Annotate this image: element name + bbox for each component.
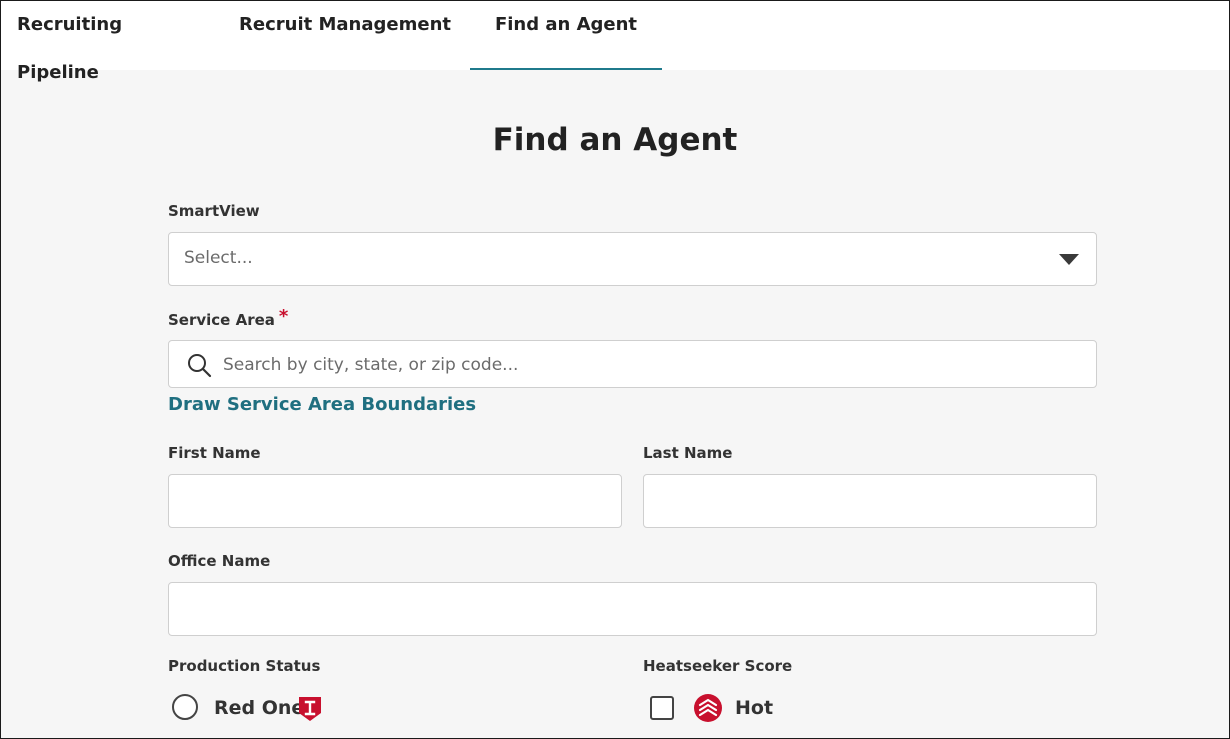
last-name-input[interactable] (644, 475, 1096, 527)
service-area-search[interactable] (168, 340, 1097, 389)
tab-recruiting-pipeline[interactable]: Recruiting Pipeline (17, 1, 187, 83)
tab-find-an-agent[interactable]: Find an Agent (470, 1, 662, 70)
office-name-input[interactable] (169, 583, 1096, 635)
search-icon (188, 354, 212, 378)
office-name-label: Office Name (168, 552, 271, 570)
last-name-field[interactable] (643, 474, 1097, 528)
service-area-label: Service Area * (168, 306, 289, 330)
smartview-label: SmartView (168, 202, 260, 220)
tab-recruit-management[interactable]: Recruit Management (239, 1, 451, 70)
red-one-radio[interactable] (172, 694, 198, 720)
smartview-placeholder: Select... (184, 248, 253, 268)
heatseeker-score-label: Heatseeker Score (643, 657, 793, 675)
service-area-label-text: Service Area (168, 311, 275, 329)
office-name-field[interactable] (168, 582, 1097, 636)
production-status-label: Production Status (168, 657, 321, 675)
first-name-input[interactable] (169, 475, 621, 527)
red-shield-icon (299, 697, 321, 721)
draw-service-area-link[interactable]: Draw Service Area Boundaries (168, 394, 476, 415)
hot-flame-icon (694, 694, 722, 722)
first-name-field[interactable] (168, 474, 622, 528)
app-window: Recruiting Pipeline Recruit Management F… (0, 0, 1230, 739)
service-area-input[interactable] (221, 341, 1086, 389)
hot-label[interactable]: Hot (735, 697, 773, 719)
page-title: Find an Agent (492, 122, 738, 158)
required-marker: * (278, 306, 289, 327)
first-name-label: First Name (168, 444, 261, 462)
red-one-label[interactable]: Red One (214, 697, 304, 719)
tab-bar: Recruiting Pipeline Recruit Management F… (1, 1, 1229, 83)
smartview-select[interactable]: Select... (168, 232, 1097, 286)
hot-checkbox[interactable] (650, 696, 674, 720)
chevron-down-icon (1059, 254, 1079, 265)
last-name-label: Last Name (643, 444, 733, 462)
